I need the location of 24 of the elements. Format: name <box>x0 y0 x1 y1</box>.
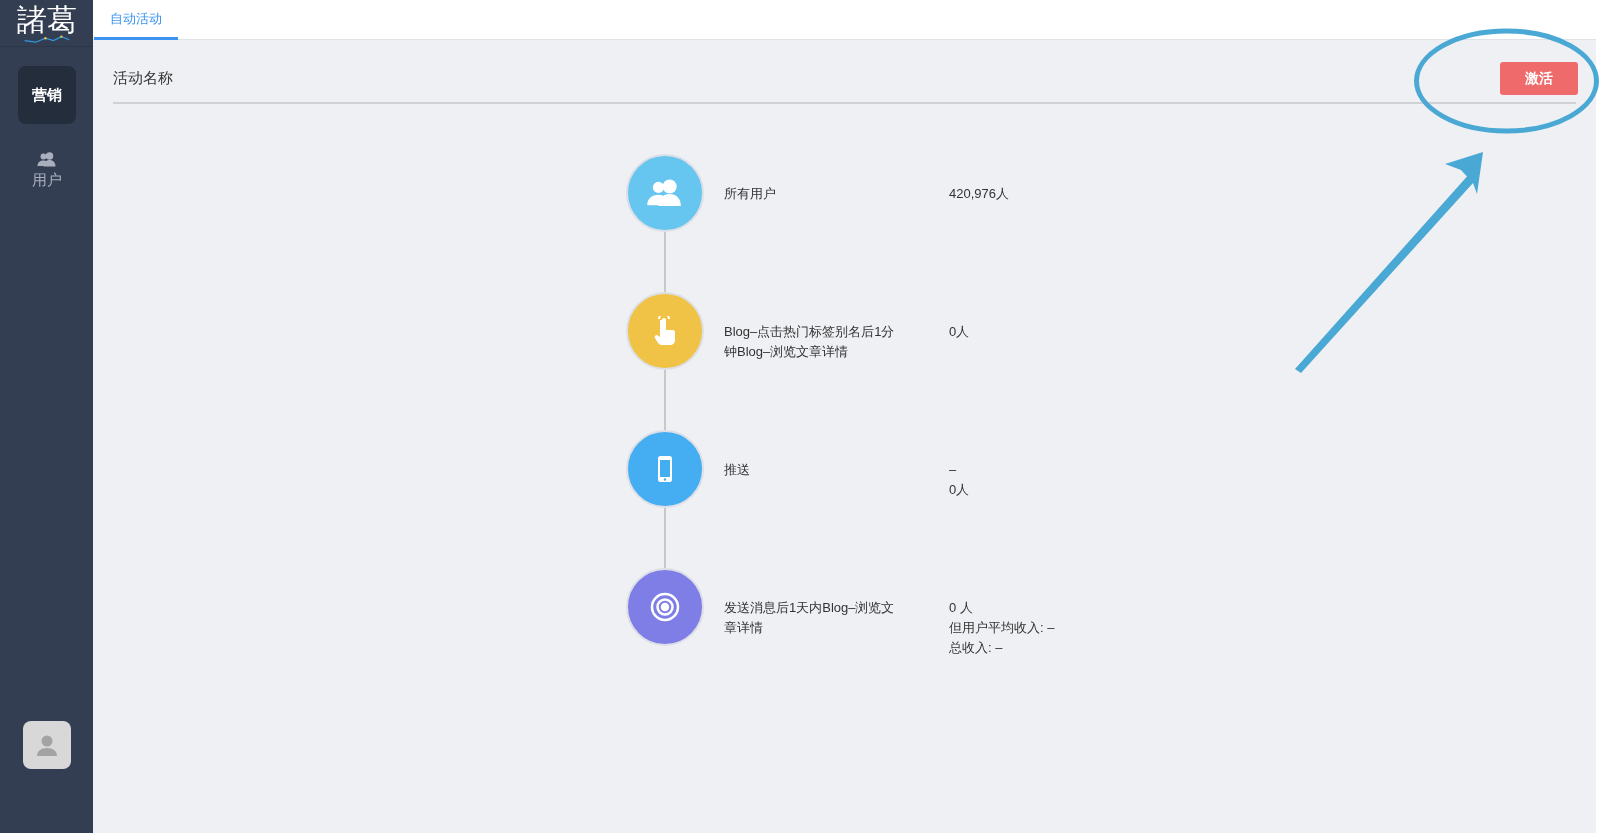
step-label: 发送消息后1天内Blog–浏览文章详情 <box>724 599 896 637</box>
step-value: – <box>949 461 958 479</box>
step-label: Blog–点击热门标签别名后1分钟Blog–浏览文章详情 <box>724 323 896 361</box>
sidebar-item[interactable]: 营销 <box>17 66 76 124</box>
avatar-button[interactable] <box>22 721 71 769</box>
activate-button[interactable]: 激活 <box>1500 61 1578 95</box>
target-icon <box>650 592 680 622</box>
page-title: 活动名称 <box>113 67 173 88</box>
step-label: 推送 <box>724 461 751 479</box>
users-icon <box>36 152 57 168</box>
step-value: 0 人 <box>949 599 974 617</box>
pointing-hand-icon <box>654 316 676 346</box>
step-value: 0人 <box>949 323 970 341</box>
step-value: 0人 <box>949 481 970 499</box>
users-icon <box>646 179 684 207</box>
step-value: 420,976人 <box>949 185 1009 203</box>
step-label: 所有用户 <box>724 185 777 203</box>
tab[interactable]: 自动活动 <box>94 0 178 40</box>
step-value: 总收入: – <box>949 639 1004 657</box>
sidebar-item[interactable]: 用户 <box>17 146 76 198</box>
logo: 諸葛 <box>16 3 77 43</box>
person-icon <box>35 734 58 756</box>
phone-icon <box>657 455 673 483</box>
step-value: 但用户平均收入: – <box>949 619 1055 637</box>
